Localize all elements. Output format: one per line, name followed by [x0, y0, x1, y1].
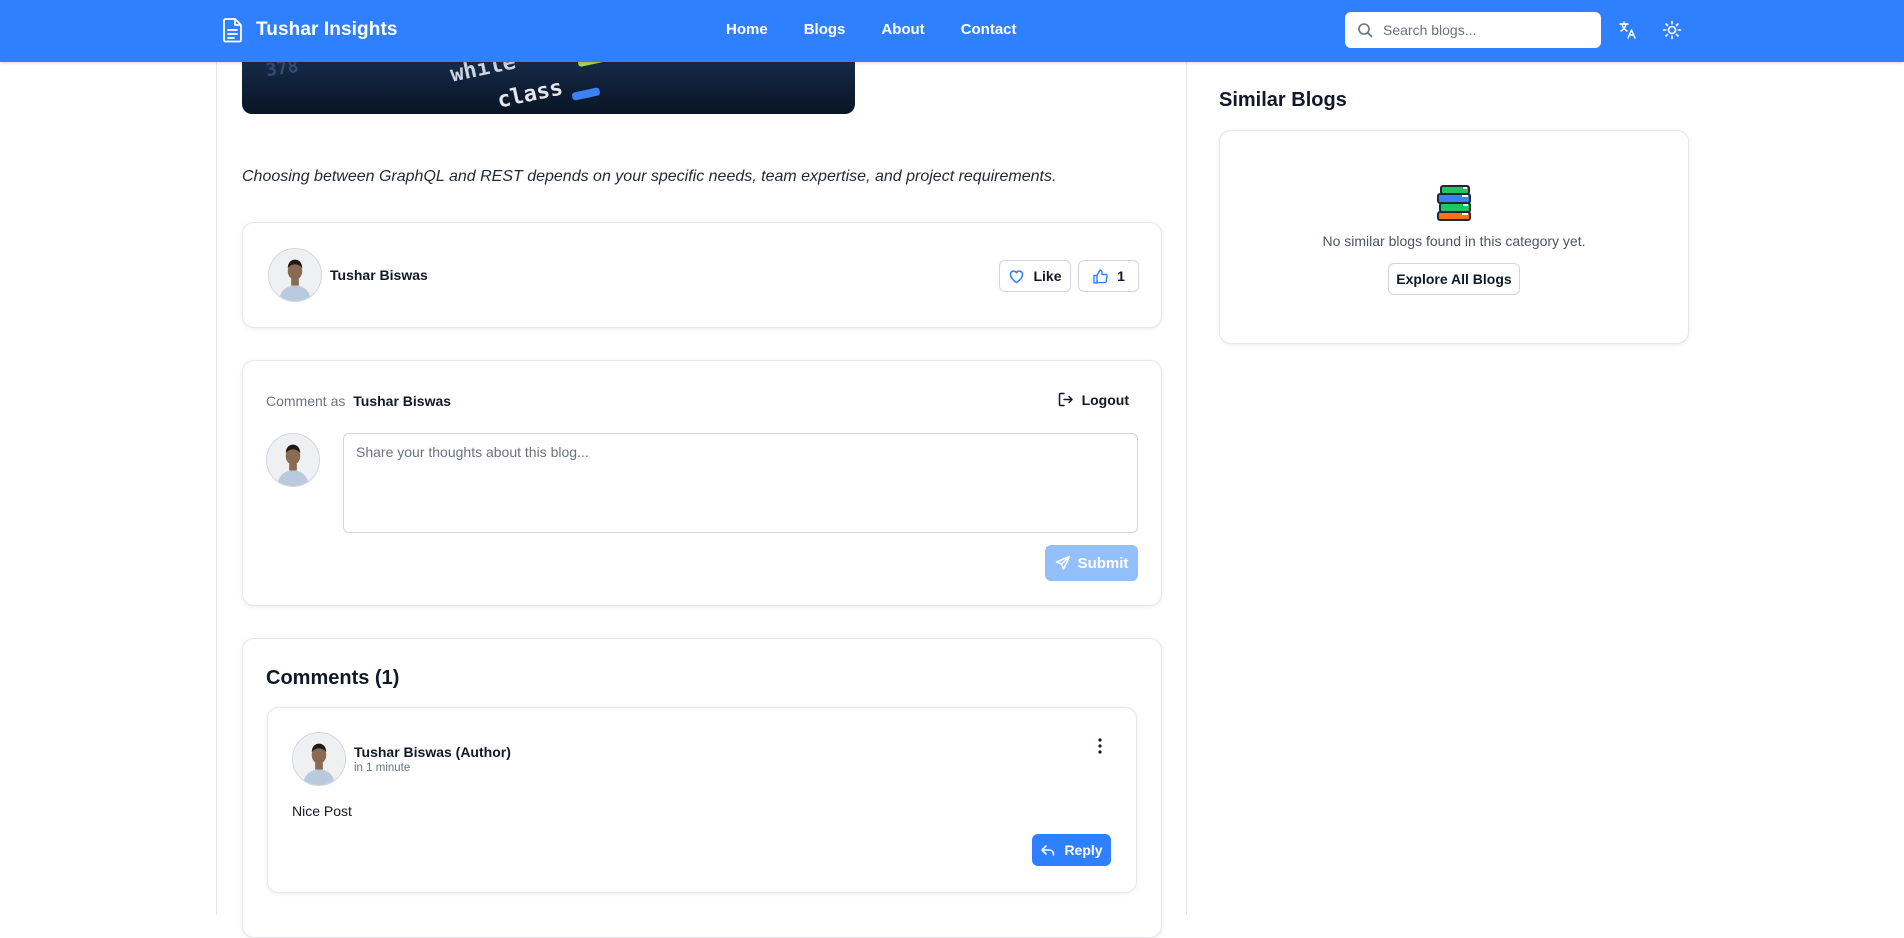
- heart-icon: [1010, 269, 1024, 283]
- avatar-photo: [267, 434, 319, 486]
- nav-blogs[interactable]: Blogs: [804, 21, 846, 38]
- send-icon: [1055, 555, 1070, 570]
- document-icon: [223, 18, 242, 43]
- avatar: [268, 248, 322, 302]
- content-left-border: [216, 62, 217, 915]
- comment-text: Nice Post: [292, 803, 352, 819]
- more-vertical-icon: [1098, 738, 1102, 754]
- avatar: [266, 433, 320, 487]
- comments-card: Comments (1) Tushar Biswas (Author) in 1…: [242, 638, 1162, 938]
- submit-button[interactable]: Submit: [1045, 545, 1138, 581]
- avatar-photo: [293, 733, 345, 785]
- logout-icon: [1058, 392, 1073, 407]
- nav-contact[interactable]: Contact: [961, 21, 1017, 38]
- similar-blogs-card: No similar blogs found in this category …: [1219, 130, 1689, 344]
- brand-link[interactable]: Tushar Insights: [222, 17, 398, 43]
- empty-message: No similar blogs found in this category …: [1322, 233, 1586, 249]
- avatar-photo: [269, 249, 321, 301]
- comment-time: in 1 minute: [354, 762, 411, 774]
- sidebar-title: Similar Blogs: [1219, 89, 1347, 111]
- main-nav: Home Blogs About Contact: [726, 21, 1017, 38]
- search-box: [1345, 12, 1601, 48]
- reply-icon: [1041, 845, 1055, 856]
- nav-home[interactable]: Home: [726, 21, 768, 38]
- books-icon: [1434, 183, 1474, 223]
- like-label: Like: [1033, 268, 1062, 284]
- reply-label: Reply: [1064, 842, 1103, 858]
- logout-label: Logout: [1081, 391, 1129, 408]
- comments-title: Comments (1): [266, 667, 400, 689]
- language-toggle[interactable]: [1618, 20, 1638, 40]
- author-name: Tushar Biswas: [330, 267, 428, 283]
- logout-button[interactable]: Logout: [1057, 391, 1129, 408]
- like-button[interactable]: Like: [999, 260, 1071, 292]
- comment-as-label: Comment as Tushar Biswas: [266, 393, 451, 409]
- sun-icon: [1662, 20, 1682, 40]
- theme-toggle[interactable]: [1662, 20, 1682, 40]
- comment-as-prefix: Comment as: [266, 393, 346, 409]
- comment-form-card: Comment as Tushar Biswas Logout Submit: [242, 360, 1162, 606]
- search-input[interactable]: [1381, 21, 1585, 39]
- likes-count: 1: [1117, 268, 1125, 284]
- submit-label: Submit: [1077, 554, 1129, 572]
- hero-code-accent: [571, 87, 601, 101]
- comment-item: Tushar Biswas (Author) in 1 minute Nice …: [267, 707, 1137, 893]
- author-card: Tushar Biswas Like 1: [242, 222, 1162, 328]
- likes-count-button[interactable]: 1: [1078, 260, 1139, 292]
- reply-button[interactable]: Reply: [1032, 834, 1111, 866]
- comment-menu-button[interactable]: [1094, 736, 1106, 756]
- search-icon: [1358, 23, 1373, 38]
- comment-author: Tushar Biswas (Author): [354, 744, 511, 760]
- top-navbar: Tushar Insights Home Blogs About Contact: [0, 0, 1904, 62]
- nav-about[interactable]: About: [881, 21, 924, 38]
- language-icon: [1619, 21, 1636, 39]
- article-conclusion: Choosing between GraphQL and REST depend…: [242, 168, 1057, 185]
- hero-code-fragment: class: [495, 75, 566, 114]
- brand-name: Tushar Insights: [256, 19, 398, 40]
- thumbs-up-icon: [1093, 268, 1108, 284]
- column-divider: [1186, 62, 1187, 915]
- comment-as-user: Tushar Biswas: [353, 393, 452, 409]
- explore-all-blogs-button[interactable]: Explore All Blogs: [1388, 263, 1520, 295]
- avatar: [292, 732, 346, 786]
- comment-textarea[interactable]: [343, 433, 1138, 533]
